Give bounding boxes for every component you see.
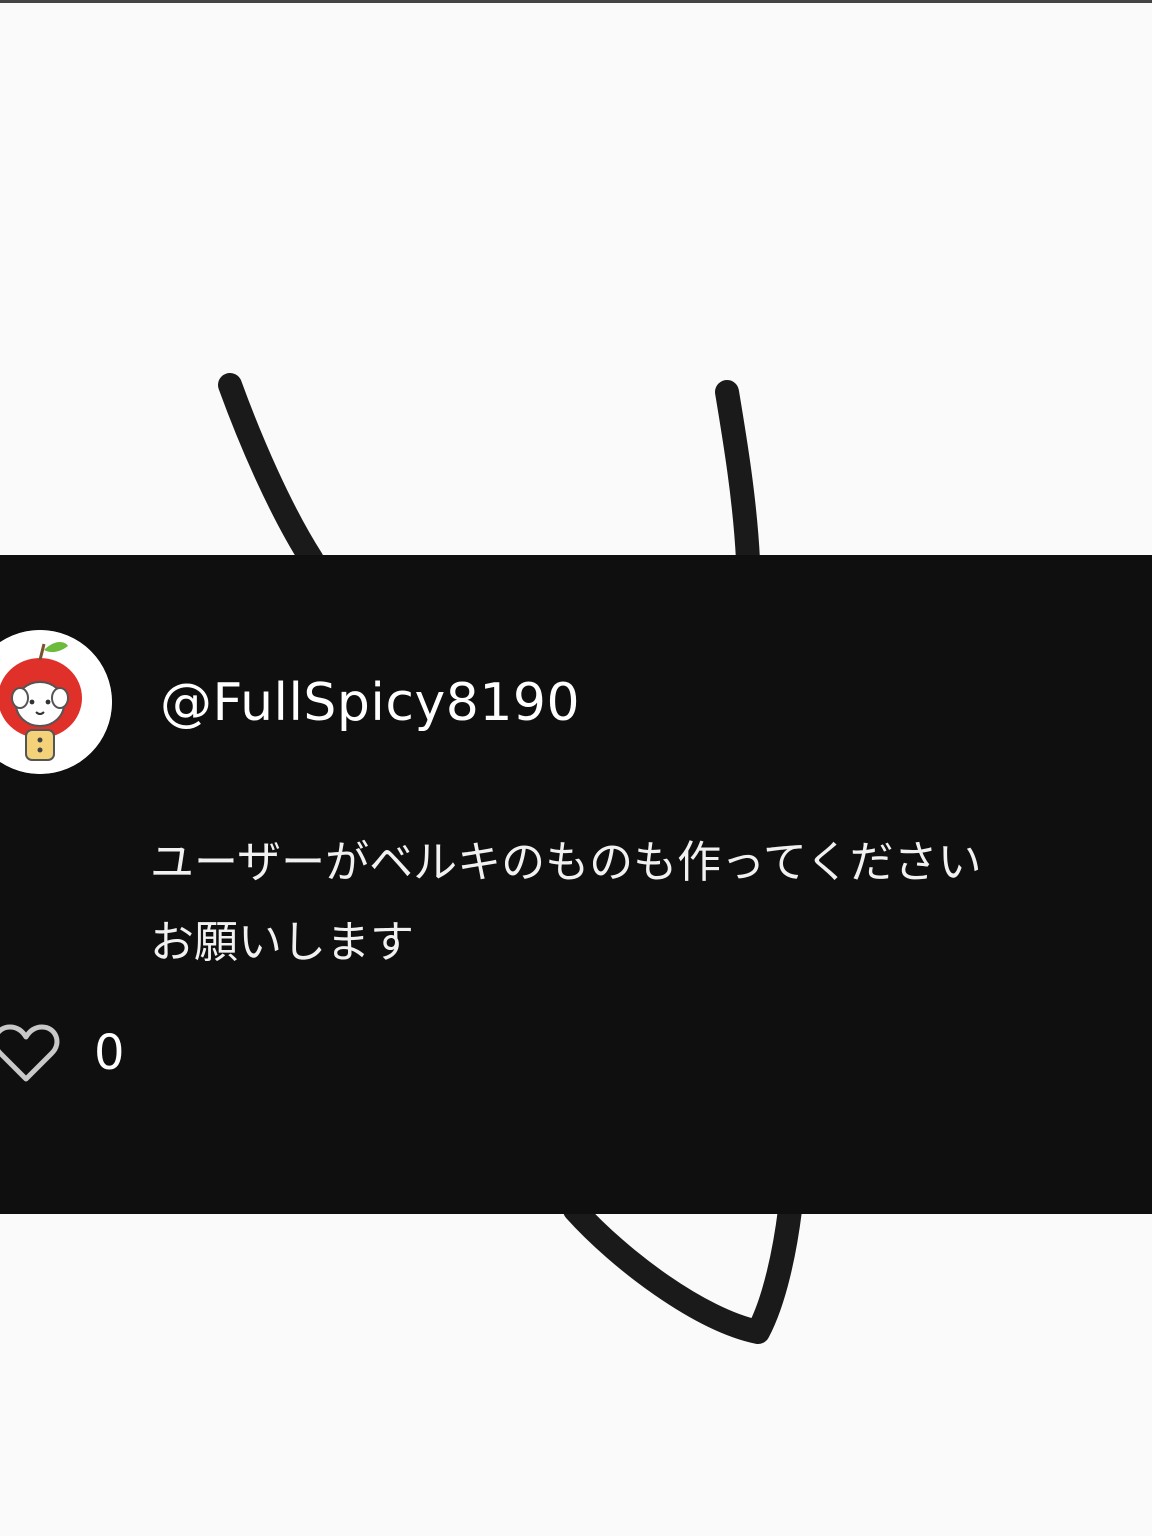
comment-text: ユーザーがベルキのものも作ってください お願いします (150, 823, 1140, 983)
apple-sheep-avatar-icon[interactable] (0, 630, 112, 774)
heart-outline-icon[interactable] (0, 1021, 60, 1085)
comment-text-line: お願いします (150, 917, 414, 968)
comment-card: @FullSpicy8190 ユーザーがベルキのものも作ってください お願いしま… (0, 555, 1152, 1214)
screenshot-canvas: @FullSpicy8190 ユーザーがベルキのものも作ってください お願いしま… (0, 0, 1152, 1536)
like-row: 0 (0, 1013, 125, 1093)
comment-text-line: ユーザーがベルキのものも作ってください (150, 837, 982, 888)
comment-username[interactable]: @FullSpicy8190 (160, 673, 580, 733)
like-count: 0 (94, 1025, 125, 1081)
